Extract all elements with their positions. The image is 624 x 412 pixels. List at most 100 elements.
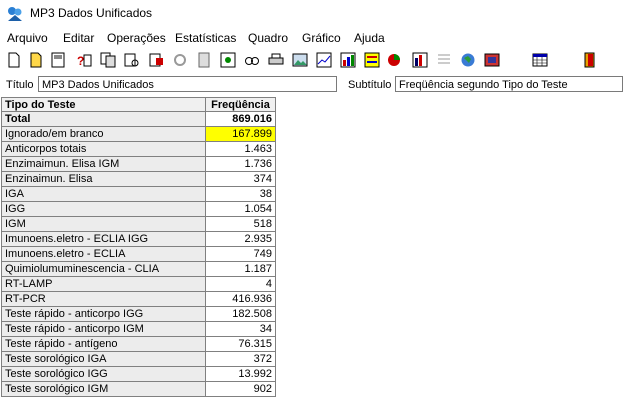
table-row: Ignorado/em branco 167.899	[1, 127, 276, 142]
row-value[interactable]: 38	[206, 187, 276, 202]
subtitulo-input[interactable]: Freqüência segundo Tipo do Teste	[395, 76, 623, 92]
toolbar: ?	[0, 49, 624, 73]
row-value[interactable]: 4	[206, 277, 276, 292]
histogram-icon[interactable]	[412, 52, 428, 68]
row-value[interactable]: 13.992	[206, 367, 276, 382]
titulo-label: Título	[6, 79, 34, 91]
print-preview-icon[interactable]	[244, 52, 260, 68]
row-label[interactable]: Anticorpos totais	[1, 142, 206, 157]
table-row: Teste sorológico IGM 902	[1, 382, 276, 397]
table-row: Imunoens.eletro - ECLIA IGG 2.935	[1, 232, 276, 247]
find-icon[interactable]	[124, 52, 140, 68]
row-label[interactable]: Enzinaimun. Elisa	[1, 172, 206, 187]
table-row: RT-LAMP 4	[1, 277, 276, 292]
pie-chart-icon[interactable]	[386, 52, 402, 68]
row-label[interactable]: Imunoens.eletro - ECLIA IGG	[1, 232, 206, 247]
menu-operacoes[interactable]: Operações	[107, 31, 166, 45]
table-row: Teste rápido - anticorpo IGG 182.508	[1, 307, 276, 322]
table-row: IGM 518	[1, 217, 276, 232]
window-title: MP3 Dados Unificados	[30, 6, 153, 20]
total-label[interactable]: Total	[1, 112, 206, 127]
row-value[interactable]: 374	[206, 172, 276, 187]
header-frequencia[interactable]: Freqüência	[206, 97, 276, 112]
paste-icon[interactable]	[148, 52, 164, 68]
row-value[interactable]: 76.315	[206, 337, 276, 352]
menu-arquivo[interactable]: Arquivo	[7, 31, 48, 45]
row-label[interactable]: Teste sorológico IGG	[1, 367, 206, 382]
row-label[interactable]: Teste rápido - anticorpo IGG	[1, 307, 206, 322]
menu-quadro[interactable]: Quadro	[248, 31, 288, 45]
print-icon[interactable]	[268, 52, 284, 68]
app-logo-icon	[8, 7, 22, 21]
table-row: Teste sorológico IGA 372	[1, 352, 276, 367]
table-row: Anticorpos totais 1.463	[1, 142, 276, 157]
spreadsheet-icon[interactable]	[532, 52, 548, 68]
line-chart-icon[interactable]	[316, 52, 332, 68]
menu-ajuda[interactable]: Ajuda	[354, 31, 385, 45]
menu-bar: Arquivo Editar Operações Estatísticas Qu…	[0, 28, 624, 48]
row-label[interactable]: Ignorado/em branco	[1, 127, 206, 142]
total-value[interactable]: 869.016	[206, 112, 276, 127]
titulo-input[interactable]: MP3 Dados Unificados	[38, 76, 337, 92]
row-label[interactable]: Teste rápido - anticorpo IGM	[1, 322, 206, 337]
row-label[interactable]: IGM	[1, 217, 206, 232]
row-value[interactable]: 1.187	[206, 262, 276, 277]
row-value[interactable]: 416.936	[206, 292, 276, 307]
table-row: Enzinaimun. Elisa 374	[1, 172, 276, 187]
row-value[interactable]: 372	[206, 352, 276, 367]
title-subtitle-bar: Título MP3 Dados Unificados Subtítulo Fr…	[0, 75, 624, 97]
table-row: Teste rápido - anticorpo IGM 34	[1, 322, 276, 337]
table-row: Imunoens.eletro - ECLIA 749	[1, 247, 276, 262]
open-file-icon[interactable]	[28, 52, 44, 68]
row-label[interactable]: Teste rápido - antígeno	[1, 337, 206, 352]
menu-editar[interactable]: Editar	[63, 31, 94, 45]
subtitulo-label: Subtítulo	[348, 79, 392, 91]
row-label[interactable]: Quimiolumuminescencia - CLIA	[1, 262, 206, 277]
calculator-icon[interactable]	[196, 52, 212, 68]
row-label[interactable]: IGA	[1, 187, 206, 202]
row-value[interactable]: 749	[206, 247, 276, 262]
table-row: RT-PCR 416.936	[1, 292, 276, 307]
help-icon[interactable]: ?	[76, 52, 92, 68]
new-file-icon[interactable]	[6, 52, 22, 68]
row-value[interactable]: 1.463	[206, 142, 276, 157]
header-tipo-do-teste[interactable]: Tipo do Teste	[1, 97, 206, 112]
row-value[interactable]: 1.736	[206, 157, 276, 172]
copy-icon[interactable]	[100, 52, 116, 68]
table-row: Teste rápido - antígeno 76.315	[1, 337, 276, 352]
total-row: Total 869.016	[1, 112, 276, 127]
title-bar: MP3 Dados Unificados	[0, 0, 624, 28]
row-value[interactable]: 34	[206, 322, 276, 337]
table-row: IGA 38	[1, 187, 276, 202]
table-row: IGG 1.054	[1, 202, 276, 217]
row-value[interactable]: 2.935	[206, 232, 276, 247]
row-value[interactable]: 518	[206, 217, 276, 232]
bar-chart-icon[interactable]	[340, 52, 356, 68]
globe-icon[interactable]	[460, 52, 476, 68]
exit-door-icon[interactable]	[582, 52, 598, 68]
row-label[interactable]: RT-LAMP	[1, 277, 206, 292]
svg-text:?: ?	[77, 54, 84, 68]
settings-icon[interactable]	[220, 52, 236, 68]
map-icon[interactable]	[484, 52, 500, 68]
row-value[interactable]: 167.899	[206, 127, 276, 142]
row-label[interactable]: IGG	[1, 202, 206, 217]
menu-estatisticas[interactable]: Estatísticas	[175, 31, 236, 45]
row-value[interactable]: 902	[206, 382, 276, 397]
table-chart-icon[interactable]	[364, 52, 380, 68]
image-icon[interactable]	[292, 52, 308, 68]
refresh-icon[interactable]	[172, 52, 188, 68]
list-icon[interactable]	[436, 52, 452, 68]
row-label[interactable]: Teste sorológico IGA	[1, 352, 206, 367]
row-label[interactable]: RT-PCR	[1, 292, 206, 307]
row-value[interactable]: 182.508	[206, 307, 276, 322]
row-label[interactable]: Enzimaimun. Elisa IGM	[1, 157, 206, 172]
row-label[interactable]: Teste sorológico IGM	[1, 382, 206, 397]
table-row: Teste sorológico IGG 13.992	[1, 367, 276, 382]
menu-grafico[interactable]: Gráfico	[302, 31, 341, 45]
table-row: Quimiolumuminescencia - CLIA 1.187	[1, 262, 276, 277]
save-icon[interactable]	[50, 52, 66, 68]
row-label[interactable]: Imunoens.eletro - ECLIA	[1, 247, 206, 262]
table-header: Tipo do Teste Freqüência	[1, 97, 276, 112]
row-value[interactable]: 1.054	[206, 202, 276, 217]
